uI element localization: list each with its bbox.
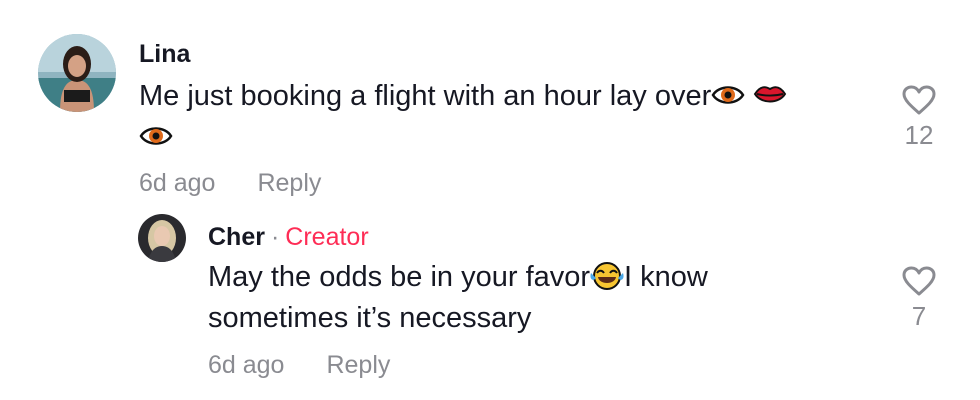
avatar[interactable] <box>138 214 186 262</box>
eye-icon <box>711 86 745 104</box>
reply-timestamp: 6d ago <box>208 351 285 379</box>
reply-text-part: May the odds be in your favor <box>208 261 591 293</box>
like-button[interactable]: 7 <box>894 265 944 332</box>
reply-author-line: Cher · Creator <box>208 223 369 252</box>
reply-button[interactable]: Reply <box>257 169 321 197</box>
separator-dot: · <box>270 223 280 251</box>
avatar[interactable] <box>38 34 116 112</box>
eye-icon <box>139 127 173 145</box>
comment-text-line: Me just booking a flight with an hour la… <box>139 80 712 112</box>
avatar-photo <box>138 214 186 262</box>
comment-author[interactable]: Lina <box>139 40 190 69</box>
tears-of-joy-icon <box>590 262 624 290</box>
reply-text-line: sometimes it’s necessary <box>208 302 532 334</box>
avatar-photo <box>38 34 116 112</box>
reply-meta: 6d ago Reply <box>208 351 390 380</box>
comment-timestamp: 6d ago <box>139 169 216 197</box>
like-button[interactable]: 12 <box>894 84 944 151</box>
comment-meta: 6d ago Reply <box>139 169 321 198</box>
reply-text-part: I know <box>624 261 708 293</box>
lips-icon <box>754 86 787 103</box>
creator-badge: Creator <box>285 223 369 251</box>
reply-author[interactable]: Cher <box>208 223 265 251</box>
like-count: 7 <box>911 301 927 331</box>
reply-text: May the odds be in your favor I know some… <box>208 257 848 339</box>
reply-button[interactable]: Reply <box>326 351 390 379</box>
heart-icon <box>902 266 936 296</box>
heart-icon <box>902 85 936 115</box>
like-count: 12 <box>904 120 934 150</box>
comment-text: Me just booking a flight with an hour la… <box>139 76 869 158</box>
